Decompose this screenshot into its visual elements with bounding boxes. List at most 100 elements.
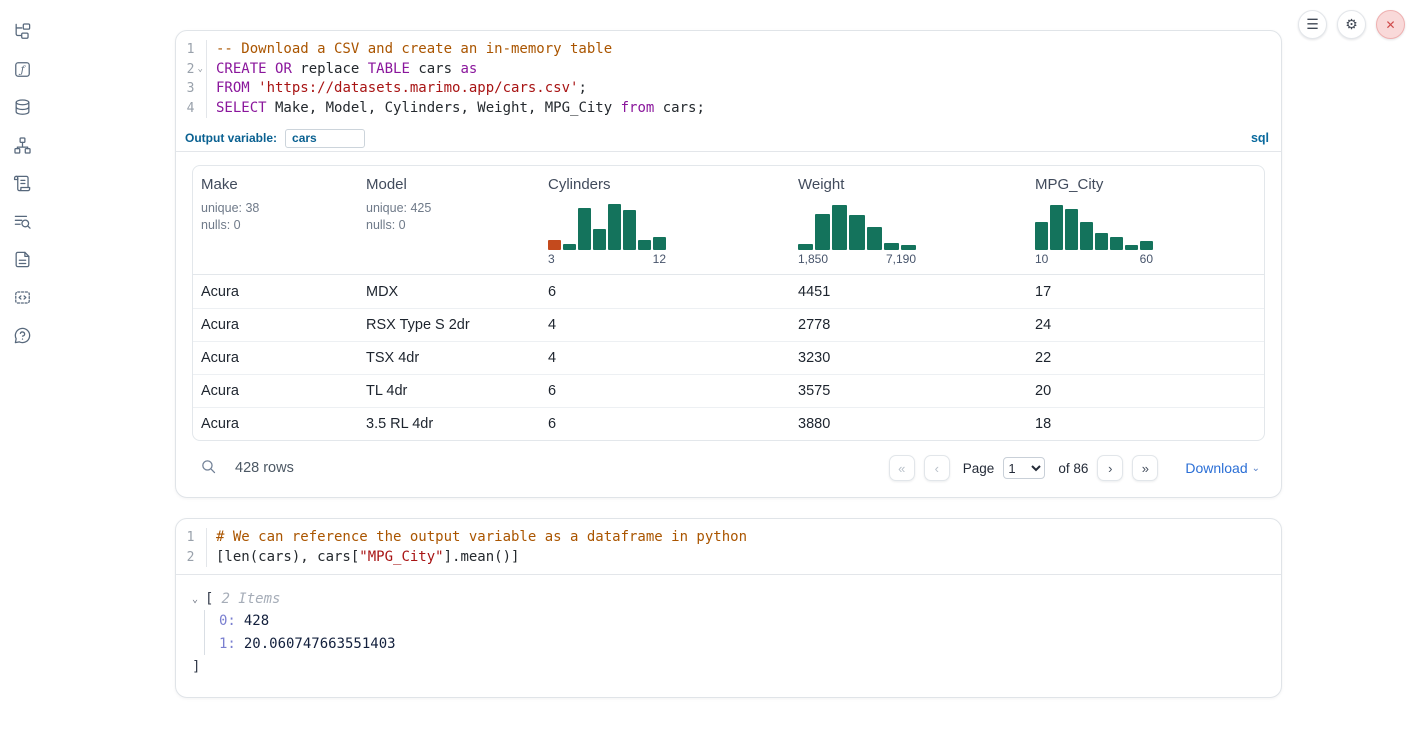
column-histogram[interactable]: 1,8507,190 [798,200,916,266]
code-line: 2 [len(cars), cars["MPG_City"].mean()] [176,548,1281,568]
next-page-button[interactable]: › [1097,455,1123,481]
code-line: 2⌄CREATE OR replace TABLE cars as [176,60,1281,80]
language-badge: sql [1251,131,1269,145]
column-histogram[interactable]: 312 [548,200,666,266]
output-variable-input[interactable] [285,129,365,148]
histogram-bar [1110,237,1123,250]
table-row[interactable]: Acura3.5 RL 4dr6388018 [193,407,1264,440]
table-cell: 2778 [790,317,1027,333]
histogram-bar [1080,222,1093,250]
sidebar-item-scratchpad[interactable] [11,174,33,196]
page-label: Page [963,461,995,476]
pagination: « ‹ Page 1 of 86 › » [889,455,1159,481]
output-variable-bar: Output variable: sql [176,125,1281,152]
sidebar-item-file-explorer[interactable] [11,22,33,44]
sql-cell-output: Makeunique: 38nulls: 0Modelunique: 425nu… [176,152,1281,497]
sql-cell: 1-- Download a CSV and create an in-memo… [175,30,1282,498]
table-row[interactable]: AcuraRSX Type S 2dr4277824 [193,308,1264,341]
chevron-down-icon: ⌄ [1252,463,1260,474]
python-cell: 1# We can reference the output variable … [175,518,1282,698]
line-number: 2 [176,548,194,568]
table-cell: 4 [540,350,790,366]
column-name: Cylinders [548,176,782,193]
gutter: 1 [176,40,207,60]
settings-button[interactable]: ⚙ [1337,10,1366,39]
close-bracket: ] [192,658,1265,677]
column-histogram[interactable]: 1060 [1035,200,1153,266]
table-cell: 18 [1027,416,1264,432]
column-stat: nulls: 0 [366,217,532,234]
table-cell: 22 [1027,350,1264,366]
sql-code-editor[interactable]: 1-- Download a CSV and create an in-memo… [176,31,1281,125]
topbar-actions: ☰ ⚙ ✕ [1298,10,1405,39]
histogram-bar [548,240,561,251]
histogram-bar [1065,209,1078,251]
gutter: 3 [176,79,207,99]
histogram-bar [593,229,606,250]
histogram-bar [1140,241,1153,250]
code-line-text: # We can reference the output variable a… [207,528,747,548]
code-line: 4SELECT Make, Model, Cylinders, Weight, … [176,99,1281,119]
fold-spacer [194,79,206,99]
column-header-cylinders[interactable]: Cylinders 312 [540,166,790,274]
tree-entry-value: 20.060747663551403 [244,636,396,652]
database-icon [13,98,32,120]
page-select[interactable]: 1 [1003,457,1045,479]
column-header-model[interactable]: Modelunique: 425nulls: 0 [358,166,540,274]
table-cell: 4451 [790,284,1027,300]
table-cell: 6 [540,284,790,300]
histogram-axis-labels: 1,8507,190 [798,252,916,266]
search-button[interactable] [200,458,217,478]
histogram-bar [884,243,899,251]
sidebar-item-snippets[interactable] [11,288,33,310]
table-cell: TL 4dr [358,383,540,399]
output-variable-label: Output variable: [185,131,277,145]
fold-spacer [194,40,206,60]
table-cell: 17 [1027,284,1264,300]
table-cell: 3880 [790,416,1027,432]
histogram-bar [653,237,666,251]
sidebar-item-logs[interactable] [11,212,33,234]
gutter: 4 [176,99,207,119]
prev-page-button[interactable]: ‹ [924,455,950,481]
sidebar: ƒ [0,0,44,348]
last-page-button[interactable]: » [1132,455,1158,481]
code-line: 1# We can reference the output variable … [176,528,1281,548]
code-line-text: [len(cars), cars["MPG_City"].mean()] [207,548,519,568]
column-header-weight[interactable]: Weight1,8507,190 [790,166,1027,274]
download-label: Download [1185,460,1247,476]
histogram-bars [1035,200,1153,250]
collapse-icon[interactable]: ⌄ [192,594,205,605]
sidebar-item-variables[interactable]: ƒ [11,60,33,82]
table-row[interactable]: AcuraTL 4dr6357520 [193,374,1264,407]
histogram-bar [578,208,591,251]
histogram-axis-labels: 1060 [1035,252,1153,266]
sidebar-item-dependency-graph[interactable] [11,136,33,158]
table-row[interactable]: AcuraMDX6445117 [193,275,1264,308]
sidebar-item-help[interactable] [11,326,33,348]
histogram-axis-labels: 312 [548,252,666,266]
column-header-make[interactable]: Makeunique: 38nulls: 0 [193,166,358,274]
histogram-bar [1050,205,1063,250]
menu-button[interactable]: ☰ [1298,10,1327,39]
row-count: 428 rows [235,460,294,476]
column-stat: nulls: 0 [201,217,350,234]
column-name: Make [201,176,350,193]
table-cell: 6 [540,416,790,432]
table-cell: 6 [540,383,790,399]
python-code-editor[interactable]: 1# We can reference the output variable … [176,519,1281,574]
table-row[interactable]: AcuraTSX 4dr4323022 [193,341,1264,374]
column-header-mpg_city[interactable]: MPG_City1060 [1027,166,1264,274]
sidebar-item-documentation[interactable] [11,250,33,272]
table-cell: MDX [358,284,540,300]
download-button[interactable]: Download ⌄ [1185,460,1260,476]
first-page-button[interactable]: « [889,455,915,481]
tree-entry: 0:428 [219,610,1265,633]
close-button[interactable]: ✕ [1376,10,1405,39]
histogram-bar [901,245,916,251]
fold-icon[interactable]: ⌄ [194,60,206,80]
sidebar-item-datasources[interactable] [11,98,33,120]
menu-icon: ☰ [1306,16,1319,33]
histogram-bar [1125,245,1138,251]
table-cell: 4 [540,317,790,333]
